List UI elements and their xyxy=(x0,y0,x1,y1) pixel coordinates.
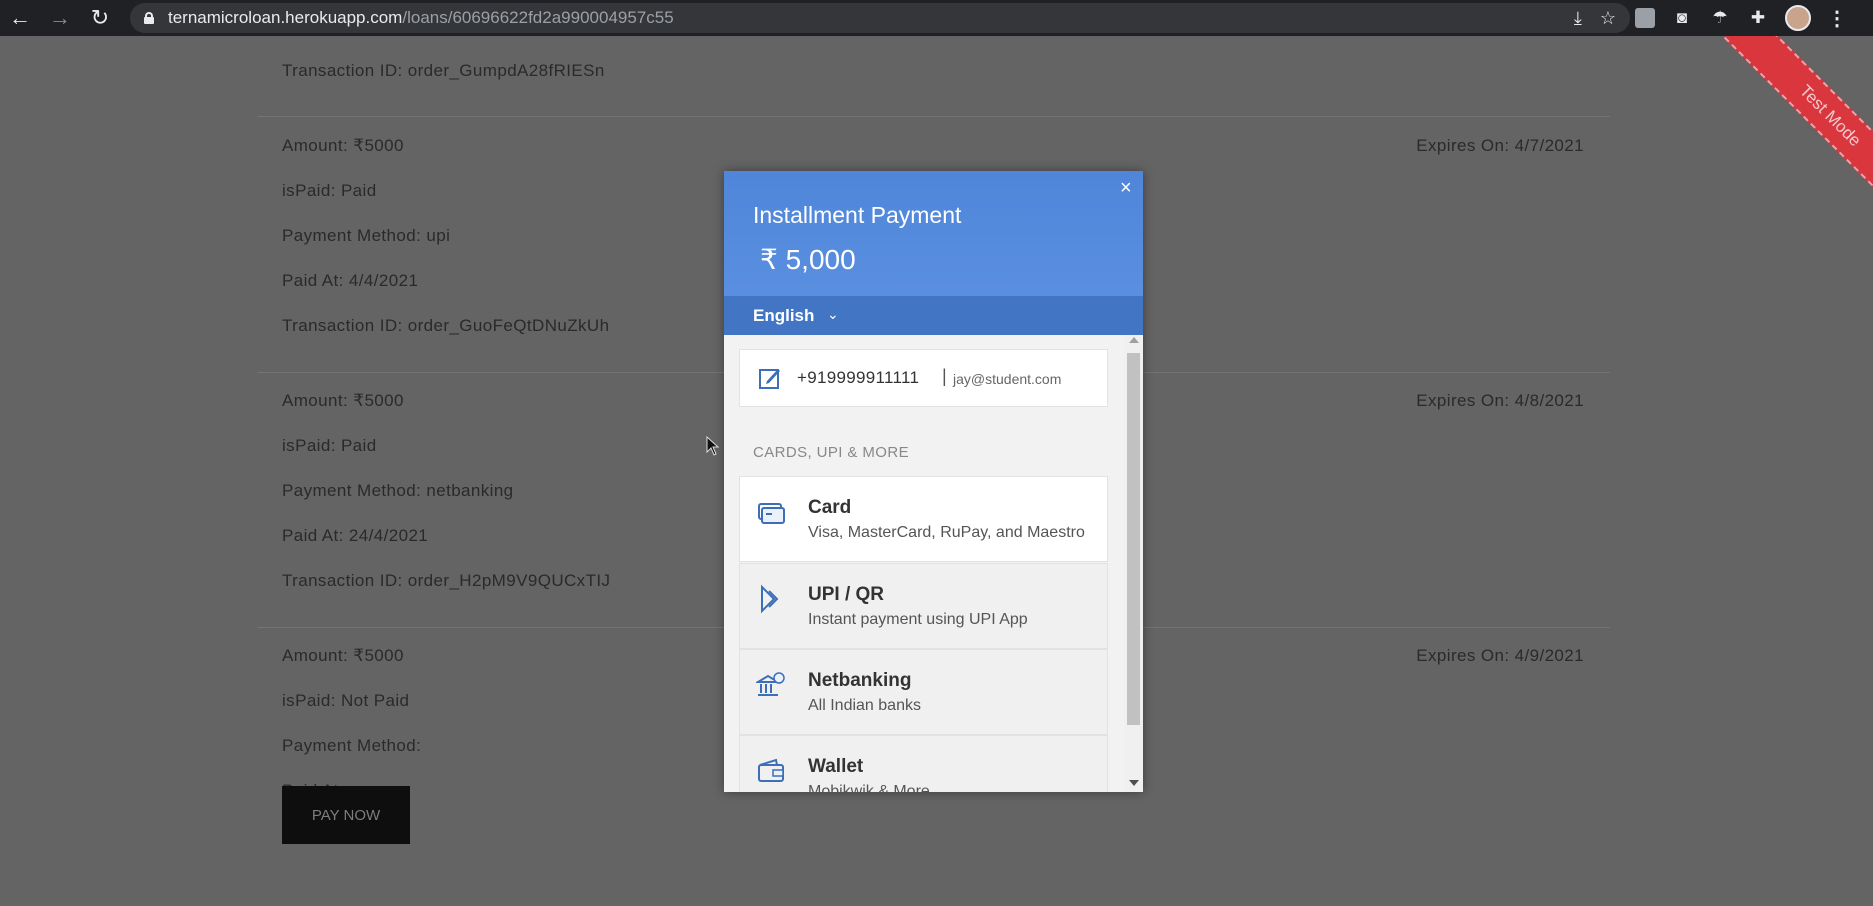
scroll-up-icon[interactable] xyxy=(1129,337,1139,343)
payment-method-upi[interactable]: UPI / QR Instant payment using UPI App xyxy=(739,563,1108,649)
payment-method-wallet[interactable]: Wallet Mobikwik & More xyxy=(739,735,1108,792)
paid-at-text: Paid At: 24/4/2021 xyxy=(282,526,429,545)
scrollbar-thumb[interactable] xyxy=(1127,353,1140,725)
checkout-title: Installment Payment xyxy=(753,202,962,228)
method-title: Wallet xyxy=(808,756,864,777)
payment-method-text: Payment Method: netbanking xyxy=(282,481,514,500)
method-subtitle: Visa, MasterCard, RuPay, and Maestro xyxy=(808,524,1085,541)
expires-text: Expires On: 4/9/2021 xyxy=(1416,646,1584,665)
browser-toolbar: ← → ↻ ternamicroloan.herokuapp.com/loans… xyxy=(0,0,1873,36)
contact-separator: | xyxy=(942,366,947,386)
is-paid-text: isPaid: Not Paid xyxy=(282,691,410,710)
avatar[interactable] xyxy=(1785,5,1811,31)
puzzle-icon[interactable]: ✚ xyxy=(1747,7,1769,29)
camera-icon[interactable]: ◙ xyxy=(1671,7,1693,29)
url-path: /loans/60696622fd2a990004957c55 xyxy=(402,8,674,27)
mouse-cursor-icon xyxy=(706,436,720,456)
bookmark-star-icon[interactable]: ☆ xyxy=(1600,8,1616,29)
shield-extension-icon[interactable]: ☂ xyxy=(1709,7,1731,29)
checkout-modal: Installment Payment ₹ 5,000 × English ⌄ … xyxy=(724,171,1143,792)
checkout-header: Installment Payment ₹ 5,000 × xyxy=(724,171,1143,296)
expires-text: Expires On: 4/8/2021 xyxy=(1416,391,1584,410)
method-subtitle: Mobikwik & More xyxy=(808,783,930,792)
lock-icon xyxy=(144,12,154,24)
method-subtitle: All Indian banks xyxy=(808,697,921,714)
close-icon[interactable]: × xyxy=(1120,177,1132,200)
contact-details[interactable]: +919999911111 | jay@student.com xyxy=(739,349,1108,407)
amount-text: Amount: ₹5000 xyxy=(282,646,404,665)
checkout-amount: ₹ 5,000 xyxy=(760,244,856,275)
amount-text: Amount: ₹5000 xyxy=(282,391,404,410)
edit-icon[interactable] xyxy=(758,366,782,390)
section-label: CARDS, UPI & MORE xyxy=(753,444,909,461)
scrollbar[interactable] xyxy=(1124,335,1143,792)
bank-icon xyxy=(756,672,785,696)
contact-email: jay@student.com xyxy=(953,371,1062,387)
transaction-id: Transaction ID: order_GuoFeQtDNuZkUh xyxy=(282,316,610,335)
transaction-id: Transaction ID: order_GumpdA28fRIESn xyxy=(282,61,605,80)
test-mode-label: Test Mode xyxy=(1723,36,1873,206)
address-bar[interactable]: ternamicroloan.herokuapp.com/loans/60696… xyxy=(130,3,1630,33)
forward-icon[interactable]: → xyxy=(40,0,80,36)
is-paid-text: isPaid: Paid xyxy=(282,181,377,200)
upi-icon xyxy=(761,584,779,614)
payment-method-netbanking[interactable]: Netbanking All Indian banks xyxy=(739,649,1108,735)
is-paid-text: isPaid: Paid xyxy=(282,436,377,455)
test-mode-ribbon: Test Mode xyxy=(1700,36,1873,206)
payment-method-text: Payment Method: xyxy=(282,736,422,755)
checkout-body: +919999911111 | jay@student.com CARDS, U… xyxy=(724,335,1143,792)
language-label: English xyxy=(753,306,815,325)
reload-icon[interactable]: ↻ xyxy=(80,0,120,36)
wallet-icon xyxy=(758,758,784,782)
card-icon xyxy=(758,503,785,524)
url-host: ternamicroloan.herokuapp.com xyxy=(168,8,403,27)
back-icon[interactable]: ← xyxy=(0,0,40,36)
divider xyxy=(258,116,1610,117)
install-icon[interactable]: ⤓ xyxy=(1574,8,1582,29)
chevron-down-icon: ⌄ xyxy=(827,306,839,322)
method-title: Card xyxy=(808,497,852,518)
menu-icon[interactable]: ⋮ xyxy=(1827,6,1847,31)
method-subtitle: Instant payment using UPI App xyxy=(808,611,1028,628)
method-title: Netbanking xyxy=(808,670,912,691)
contact-phone: +919999911111 xyxy=(797,368,920,387)
extension-icon[interactable] xyxy=(1635,8,1655,28)
expires-text: Expires On: 4/7/2021 xyxy=(1416,136,1584,155)
method-title: UPI / QR xyxy=(808,584,885,605)
amount-text: Amount: ₹5000 xyxy=(282,136,404,155)
scroll-down-icon[interactable] xyxy=(1129,780,1139,786)
transaction-id: Transaction ID: order_H2pM9V9QUCxTIJ xyxy=(282,571,611,590)
pay-now-button[interactable]: PAY NOW xyxy=(282,786,410,844)
payment-method-text: Payment Method: upi xyxy=(282,226,451,245)
paid-at-text: Paid At: 4/4/2021 xyxy=(282,271,419,290)
language-selector[interactable]: English ⌄ xyxy=(724,296,1143,335)
payment-method-card[interactable]: Card Visa, MasterCard, RuPay, and Maestr… xyxy=(739,476,1108,562)
